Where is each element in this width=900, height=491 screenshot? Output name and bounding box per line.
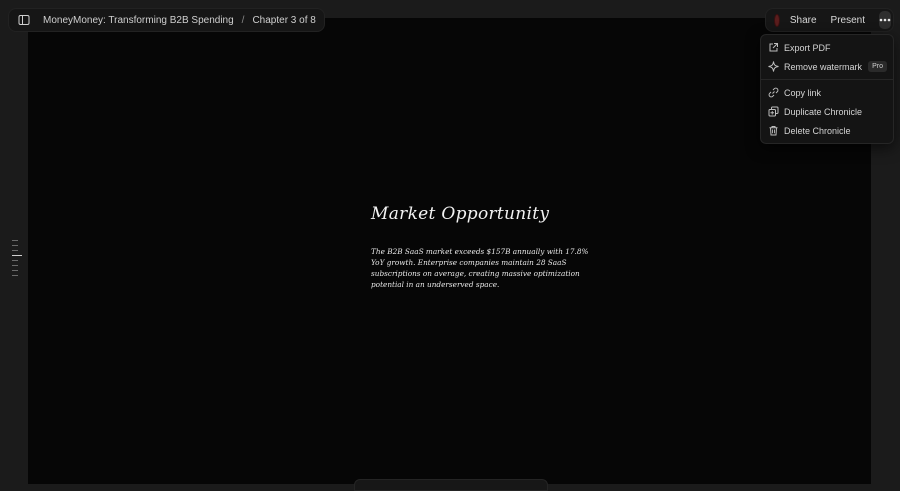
deck-title[interactable]: MoneyMoney: Transforming B2B Spending	[43, 15, 234, 26]
menu-divider	[761, 79, 893, 80]
slide-body-text: The B2B SaaS market exceeds $157B annual…	[371, 247, 589, 289]
outline-tick[interactable]	[12, 275, 18, 276]
avatar[interactable]	[774, 13, 780, 27]
menu-item-label: Delete Chronicle	[784, 125, 851, 136]
menu-item-label: Duplicate Chronicle	[784, 106, 863, 117]
outline-tick[interactable]	[12, 265, 18, 266]
export-icon	[767, 42, 779, 54]
sidebar-toggle-icon[interactable]	[13, 9, 35, 31]
outline-tick[interactable]	[12, 260, 18, 261]
menu-item-duplicate[interactable]: Duplicate Chronicle	[761, 102, 893, 121]
outline-tick-active[interactable]	[12, 255, 22, 256]
outline-tick[interactable]	[12, 245, 18, 246]
pro-badge: Pro	[868, 61, 887, 72]
top-actions: Share Present	[765, 8, 894, 32]
trash-icon	[767, 125, 779, 137]
slide-outline-navigator[interactable]	[12, 240, 24, 280]
menu-item-export-pdf[interactable]: Export PDF	[761, 38, 893, 57]
more-horizontal-icon	[879, 18, 891, 22]
outline-tick[interactable]	[12, 240, 18, 241]
slide-canvas: Market Opportunity The B2B SaaS market e…	[28, 18, 871, 484]
menu-item-remove-watermark[interactable]: Remove watermark Pro	[761, 57, 893, 76]
menu-item-label: Remove watermark	[784, 61, 863, 72]
bottom-toolbar[interactable]	[354, 479, 548, 491]
more-options-menu: Export PDF Remove watermark Pro Copy lin…	[760, 34, 894, 144]
breadcrumb-separator: /	[241, 14, 245, 26]
present-button[interactable]: Present	[831, 15, 865, 26]
link-icon	[767, 87, 779, 99]
slide-title: Market Opportunity	[371, 204, 550, 224]
breadcrumb: MoneyMoney: Transforming B2B Spending / …	[8, 8, 325, 32]
menu-item-delete[interactable]: Delete Chronicle	[761, 121, 893, 140]
share-button[interactable]: Share	[790, 15, 817, 26]
menu-item-label: Copy link	[784, 87, 822, 98]
menu-item-label: Export PDF	[784, 42, 831, 53]
outline-tick[interactable]	[12, 270, 18, 271]
more-options-button[interactable]	[879, 11, 891, 29]
menu-item-copy-link[interactable]: Copy link	[761, 83, 893, 102]
chapter-indicator: Chapter 3 of 8	[252, 14, 316, 26]
outline-tick[interactable]	[12, 250, 18, 251]
duplicate-icon	[767, 106, 779, 118]
sparkle-icon	[767, 61, 779, 73]
